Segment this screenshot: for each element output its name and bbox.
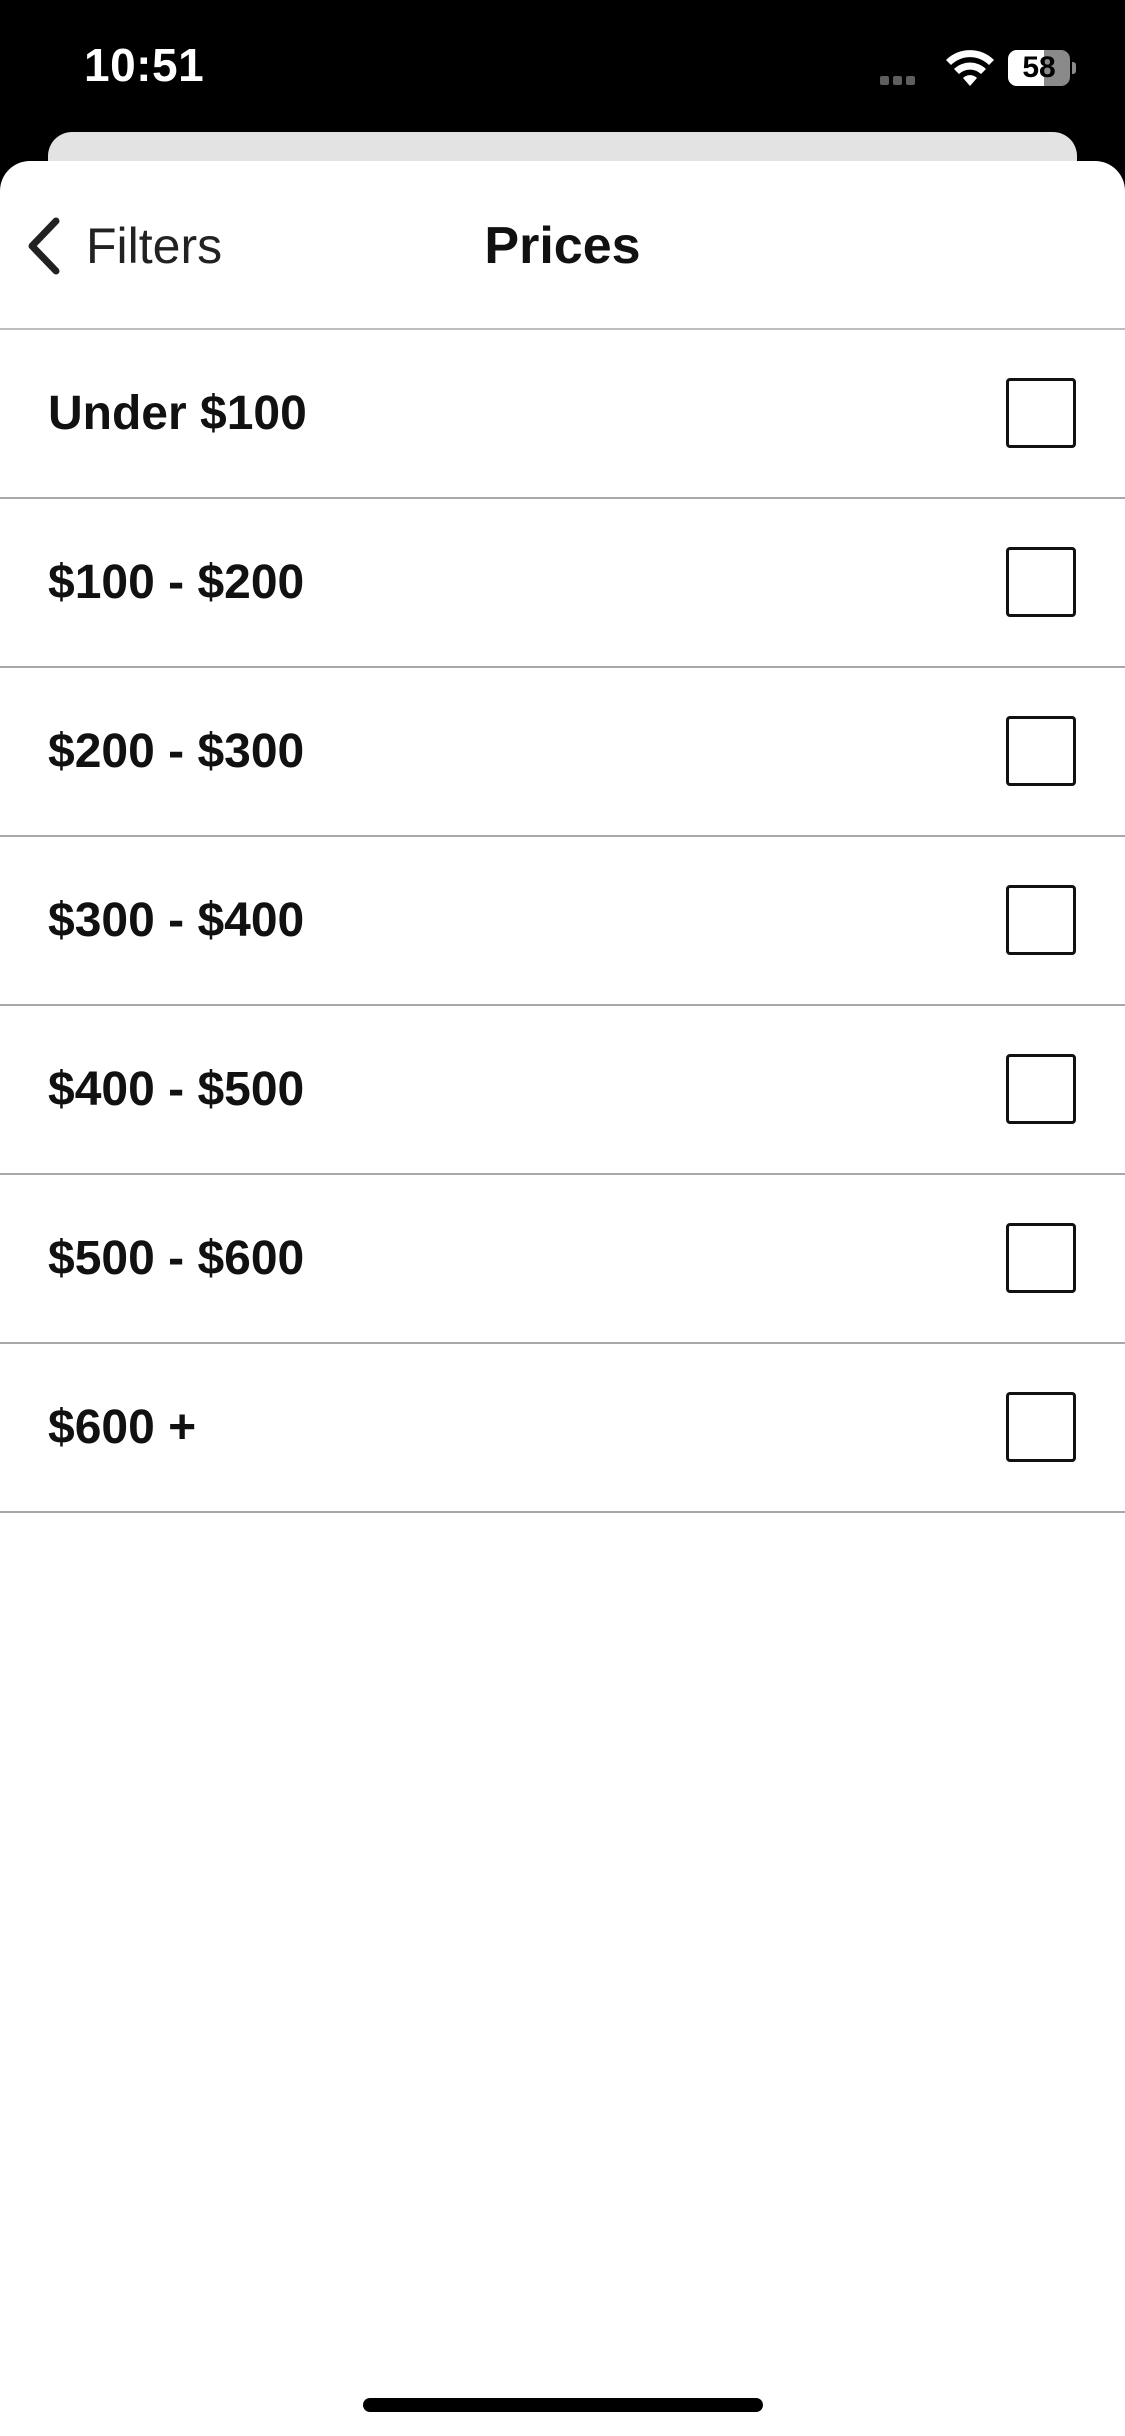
price-option-label: $200 - $300 [48, 725, 305, 778]
chevron-left-icon [28, 217, 60, 275]
price-option-100-200[interactable]: $100 - $200 [0, 499, 1125, 668]
price-option-label: $600 + [48, 1401, 197, 1454]
battery-icon: 58 [1008, 50, 1076, 86]
price-option-300-400[interactable]: $300 - $400 [0, 837, 1125, 1006]
battery-level: 58 [1022, 51, 1056, 84]
checkbox[interactable] [1006, 378, 1076, 448]
status-bar: 10:51 58 [0, 0, 1125, 132]
home-indicator[interactable] [363, 2398, 763, 2412]
price-option-label: $100 - $200 [48, 556, 305, 609]
price-option-label: Under $100 [48, 387, 307, 440]
price-option-200-300[interactable]: $200 - $300 [0, 668, 1125, 837]
price-option-500-600[interactable]: $500 - $600 [0, 1175, 1125, 1344]
back-button[interactable]: Filters [24, 211, 222, 281]
price-option-label: $300 - $400 [48, 894, 305, 947]
price-option-400-500[interactable]: $400 - $500 [0, 1006, 1125, 1175]
wifi-icon [946, 50, 994, 86]
checkbox[interactable] [1006, 1392, 1076, 1462]
nav-bar: Filters Prices [0, 161, 1125, 330]
checkbox[interactable] [1006, 716, 1076, 786]
price-option-label: $400 - $500 [48, 1063, 305, 1116]
checkbox[interactable] [1006, 547, 1076, 617]
price-option-600-plus[interactable]: $600 + [0, 1344, 1125, 1513]
checkbox[interactable] [1006, 1223, 1076, 1293]
price-option-label: $500 - $600 [48, 1232, 305, 1285]
status-time: 10:51 [84, 39, 205, 91]
checkbox[interactable] [1006, 885, 1076, 955]
checkbox[interactable] [1006, 1054, 1076, 1124]
cellular-signal-icon [880, 73, 918, 85]
screen: 10:51 58 Filters Prices Under $100 $100 … [0, 0, 1125, 2436]
back-label: Filters [86, 218, 223, 274]
prices-sheet: Filters Prices Under $100 $100 - $200 $2… [0, 161, 1125, 2436]
price-option-under-100[interactable]: Under $100 [0, 330, 1125, 499]
price-list: Under $100 $100 - $200 $200 - $300 $300 … [0, 330, 1125, 1513]
